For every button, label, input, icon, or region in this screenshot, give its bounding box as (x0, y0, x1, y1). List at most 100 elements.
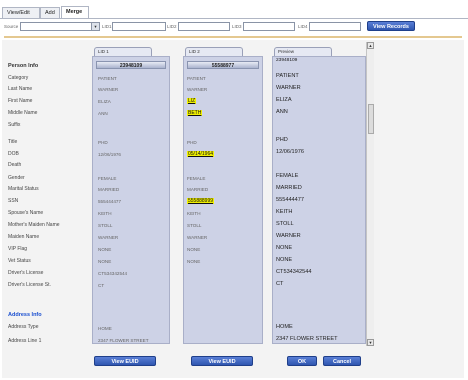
lid1-maiden-name: WARNER (98, 235, 119, 240)
field-label-mother-maiden-name: Mother's Maiden Name (8, 222, 60, 228)
preview-drivers-license: CT534342544 (276, 269, 312, 275)
lid2-vet-status: NONE (187, 259, 201, 264)
ok-button[interactable]: OK (287, 356, 317, 366)
lid1-category: PATIENT (98, 76, 117, 81)
preview-first-name: ELIZA (276, 97, 292, 103)
lid1-dob: 12/06/1976 (98, 152, 121, 157)
source-label: Source (4, 24, 19, 29)
search-toolbar: Source ▾ LID1 LID2 LID3 LID4 View Record… (0, 20, 468, 34)
field-label-middle-name: Middle Name (8, 110, 38, 116)
lid1-mother-maiden: STOLL (98, 223, 113, 228)
field-label-drivers-license-st: Driver's License St. (8, 282, 51, 288)
person-info-heading: Person Info (8, 63, 39, 69)
scroll-down-icon[interactable]: ▼ (367, 339, 374, 346)
vertical-scrollbar[interactable]: ▲ ▼ (366, 42, 374, 346)
lid1-address-type: HOME (98, 326, 112, 331)
field-label-address-type: Address Type (8, 324, 39, 330)
source-select[interactable]: ▾ (20, 22, 100, 31)
lid2-middle-name-diff[interactable]: BETH (187, 110, 203, 116)
preview-category: PATIENT (276, 73, 299, 79)
preview-dob: 12/06/1976 (276, 149, 304, 155)
lid2-vip-flag: NONE (187, 247, 201, 252)
lid2-column-tab: LID 2 (185, 47, 243, 56)
lid1-first-name: ELIZA (98, 99, 111, 104)
lid2-dob-diff[interactable]: 05/14/1964 (187, 151, 215, 157)
scroll-up-icon[interactable]: ▲ (367, 42, 374, 49)
field-label-last-name: Last Name (8, 86, 33, 92)
lid2-spouse-name: KEITH (187, 211, 201, 216)
lid1-label: LID1 (102, 24, 112, 29)
preview-address-type: HOME (276, 324, 293, 330)
preview-ssn: 555444477 (276, 197, 304, 203)
preview-address-line-1: 2347 FLOWER STREET (276, 336, 338, 342)
lid1-view-euid-button[interactable]: View EUID (94, 356, 156, 366)
lid2-view-euid-button[interactable]: View EUID (191, 356, 253, 366)
tab-bar: View/Edit Add Merge (0, 0, 468, 19)
field-label-first-name: First Name (8, 98, 33, 104)
lid1-title: PHD (98, 140, 108, 145)
lid1-middle-name: ANN (98, 111, 108, 116)
lid1-vip-flag: NONE (98, 247, 112, 252)
lid1-address-line-1: 2347 FLOWER STREET (98, 338, 149, 343)
address-info-heading: Address Info (8, 312, 42, 318)
lid2-category: PATIENT (187, 76, 206, 81)
preview-vip-flag: NONE (276, 245, 293, 251)
lid1-spouse-name: KEITH (98, 211, 112, 216)
lid1-last-name: WARNER (98, 87, 119, 92)
preview-vet-status: NONE (276, 257, 293, 263)
preview-euid: 23948109 (276, 58, 298, 63)
preview-maiden-name: WARNER (276, 233, 301, 239)
lid2-title: PHD (187, 140, 197, 145)
preview-mother-maiden: STOLL (276, 221, 294, 227)
field-label-address-line-1: Address Line 1 (8, 338, 42, 344)
lid2-gender: FEMALE (187, 176, 206, 181)
field-label-marital-status: Marital Status (8, 186, 39, 192)
lid4-label: LID4 (298, 24, 308, 29)
field-label-ssn: SSN (8, 198, 19, 204)
lid1-vet-status: NONE (98, 259, 112, 264)
lid2-label: LID2 (167, 24, 177, 29)
preview-spouse-name: KEITH (276, 209, 293, 215)
preview-column-tab: Preview (274, 47, 332, 56)
lid3-label: LID3 (232, 24, 242, 29)
preview-middle-name: ANN (276, 109, 288, 115)
preview-title: PHD (276, 137, 288, 143)
scroll-thumb[interactable] (368, 104, 374, 134)
field-label-spouse-name: Spouse's Name (8, 210, 44, 216)
lid1-euid: 23948109 (96, 61, 166, 69)
tab-add[interactable]: Add (40, 7, 60, 18)
field-label-suffix: Suffix (8, 122, 21, 128)
field-label-dob: DOB (8, 151, 19, 157)
lid3-field[interactable] (243, 22, 295, 31)
lid1-field[interactable] (112, 22, 166, 31)
divider (4, 36, 462, 38)
cancel-button[interactable]: Cancel (323, 356, 361, 366)
lid1-column-tab: LID 1 (94, 47, 152, 56)
lid2-field[interactable] (178, 22, 230, 31)
lid1-ssn: 555444477 (98, 199, 121, 204)
preview-gender: FEMALE (276, 173, 299, 179)
lid2-first-name-diff[interactable]: LIZ (187, 98, 197, 104)
chevron-down-icon: ▾ (91, 23, 99, 30)
field-label-maiden-name: Maiden Name (8, 234, 40, 240)
merge-panel: Person Info Category Last Name First Nam… (2, 40, 464, 378)
tab-view-edit[interactable]: View/Edit (2, 7, 40, 18)
lid2-marital-status: MARRIED (187, 187, 209, 192)
preview-marital-status: MARRIED (276, 185, 302, 191)
lid4-field[interactable] (309, 22, 361, 31)
field-label-vet-status: Vet Status (8, 258, 31, 264)
preview-drivers-license-st: CT (276, 281, 284, 287)
lid2-last-name: WARNER (187, 87, 208, 92)
lid1-drivers-license: CT534342544 (98, 271, 128, 276)
field-label-drivers-license: Driver's License (8, 270, 44, 276)
field-label-death: Death (8, 162, 22, 168)
lid2-maiden-name: WARNER (187, 235, 208, 240)
lid1-drivers-license-st: CT (98, 283, 105, 288)
preview-last-name: WARNER (276, 85, 301, 91)
field-label-gender: Gender (8, 175, 25, 181)
tab-merge[interactable]: Merge (61, 6, 89, 18)
view-records-button[interactable]: View Records (367, 21, 415, 31)
lid2-ssn-diff[interactable]: 555888999 (187, 198, 215, 204)
lid1-marital-status: MARRIED (98, 187, 120, 192)
lid2-euid: 55588977 (187, 61, 259, 69)
